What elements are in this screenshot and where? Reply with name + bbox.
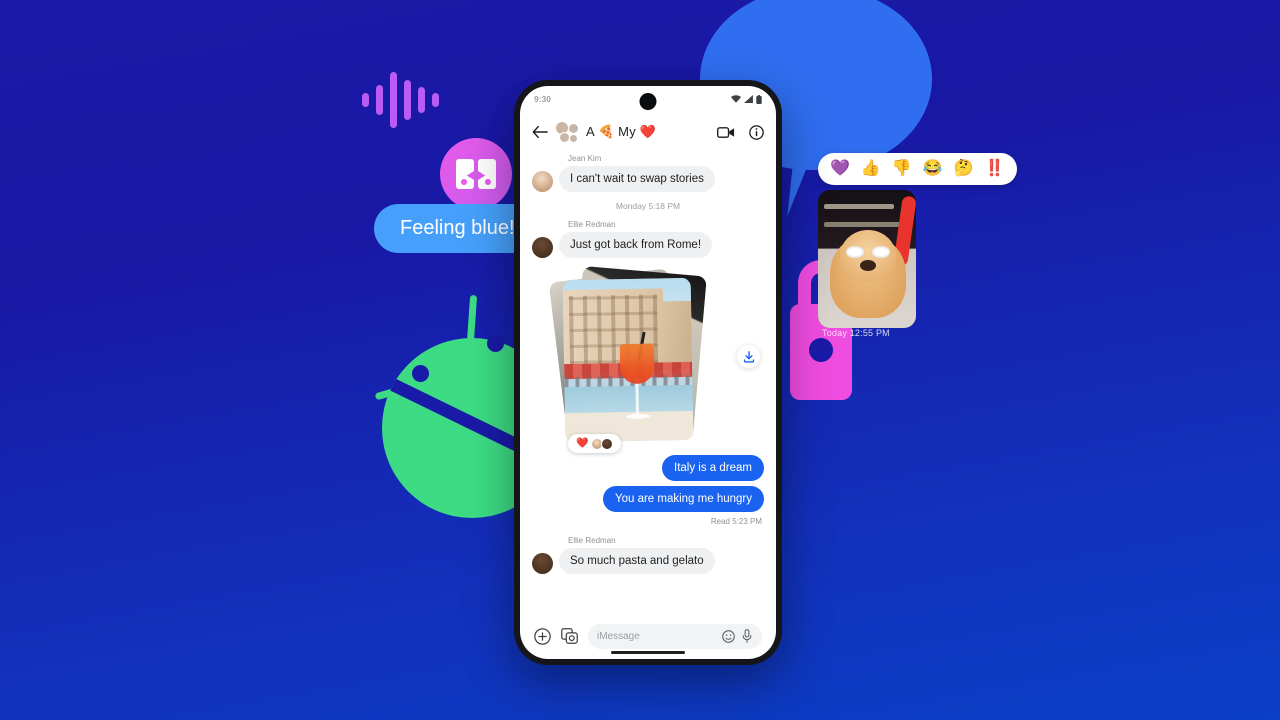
reaction-heart-icon[interactable]: 💜: [830, 161, 850, 177]
message-row[interactable]: Just got back from Rome!: [532, 232, 764, 258]
message-row[interactable]: So much pasta and gelato: [532, 548, 764, 574]
download-icon[interactable]: [737, 345, 760, 368]
heart-reaction-icon: ❤️: [576, 438, 589, 449]
message-bubble-outgoing[interactable]: You are making me hungry: [602, 486, 764, 512]
dog-photo-card[interactable]: [818, 190, 916, 328]
sender-name: Ellie Redman: [568, 220, 616, 229]
reactor-avatar: [601, 437, 614, 450]
home-indicator[interactable]: [611, 651, 685, 654]
message-input-placeholder: iMessage: [597, 630, 640, 642]
message-bubble-incoming[interactable]: Just got back from Rome!: [559, 232, 713, 258]
sender-name: Jean Kim: [568, 154, 602, 163]
phone-screen: 9:30 A 🍕 My ❤️ Jean Kim I can't wait to …: [520, 86, 776, 659]
photo-stack-message[interactable]: ❤️: [548, 265, 764, 453]
day-timestamp: Monday 5:18 PM: [615, 201, 681, 211]
message-row[interactable]: I can't wait to swap stories: [532, 166, 764, 192]
reaction-thinking-icon[interactable]: 🤔: [954, 161, 974, 177]
signal-icon: [744, 95, 753, 103]
camera-gallery-icon[interactable]: [561, 628, 578, 644]
badge-glyph: [456, 159, 496, 189]
microphone-icon[interactable]: [741, 629, 753, 643]
dog-sunglasses: [846, 246, 890, 258]
message-bubble-incoming[interactable]: I can't wait to swap stories: [559, 166, 715, 192]
reaction-exclamation-icon[interactable]: ‼️: [985, 161, 1005, 177]
photo-stack-front[interactable]: [562, 277, 694, 443]
messages-badge-icon: [440, 138, 512, 210]
sender-name: Ellie Redman: [568, 536, 616, 545]
status-bar-time: 9:30: [534, 94, 552, 104]
info-icon[interactable]: [749, 124, 764, 140]
phone-device: 9:30 A 🍕 My ❤️ Jean Kim I can't wait to …: [514, 80, 782, 665]
chat-header: A 🍕 My ❤️: [520, 112, 776, 152]
avatar: [532, 553, 553, 574]
back-arrow-icon[interactable]: [532, 124, 548, 140]
message-row[interactable]: Italy is a dream: [532, 455, 764, 481]
front-camera-punch-hole: [639, 93, 657, 110]
avatar: [532, 171, 553, 192]
video-call-icon[interactable]: [717, 126, 735, 139]
reaction-laughing-icon[interactable]: 😂: [923, 161, 943, 177]
message-bubble-incoming[interactable]: So much pasta and gelato: [559, 548, 715, 574]
reaction-thumbs-up-icon[interactable]: 👍: [861, 161, 881, 177]
avatar: [532, 237, 553, 258]
plus-circle-icon[interactable]: [534, 627, 551, 645]
read-receipt: Read 5:23 PM: [710, 517, 762, 526]
spritz-glass: [620, 331, 655, 430]
message-bubble-outgoing[interactable]: Italy is a dream: [662, 455, 764, 481]
audio-waveform-icon: [362, 72, 444, 128]
group-avatar[interactable]: [555, 121, 579, 143]
reaction-picker-bar[interactable]: 💜 👍 👎 😂 🤔 ‼️: [818, 153, 1017, 185]
emoji-icon[interactable]: [722, 629, 735, 643]
reaction-thumbs-down-icon[interactable]: 👎: [892, 161, 912, 177]
conversation-title[interactable]: A 🍕 My ❤️: [586, 124, 656, 140]
battery-icon: [756, 94, 762, 104]
message-input-field[interactable]: iMessage: [588, 623, 762, 649]
photo-reaction-pill[interactable]: ❤️: [568, 434, 622, 453]
status-bar: 9:30: [520, 86, 776, 112]
message-thread[interactable]: Jean Kim I can't wait to swap stories Mo…: [520, 152, 776, 613]
dog-photo-timestamp: Today 12:55 PM: [822, 328, 890, 338]
wifi-icon: [731, 95, 741, 103]
message-row[interactable]: You are making me hungry: [532, 486, 764, 512]
